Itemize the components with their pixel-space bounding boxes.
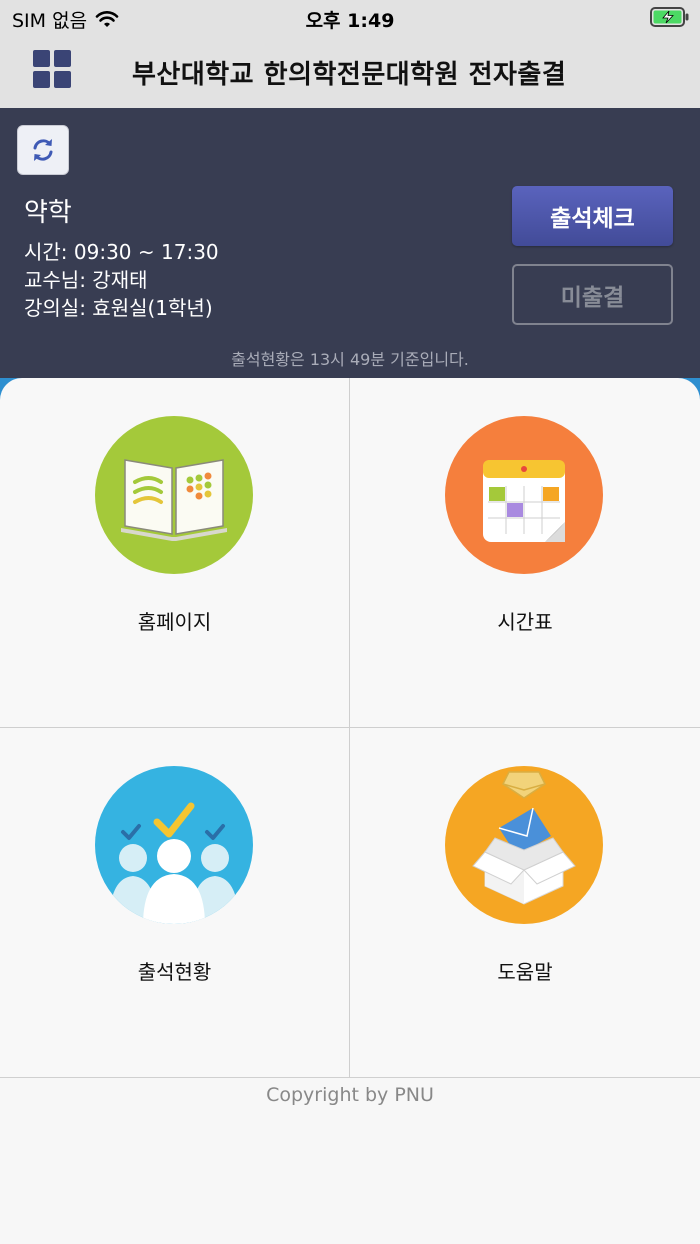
attendance-status-note: 출석현황은 13시 49분 기준입니다. xyxy=(231,350,469,369)
menu-item-help[interactable]: 도움말 xyxy=(350,728,700,1078)
grid-menu-button[interactable] xyxy=(33,50,73,90)
course-time: 시간: 09:30 ~ 17:30 xyxy=(24,240,219,264)
box-mail-icon xyxy=(445,766,603,924)
course-room: 강의실: 효원실(1학년) xyxy=(24,296,213,320)
course-panel: 약학 시간: 09:30 ~ 17:30 교수님: 강재태 강의실: 효원실(1… xyxy=(0,108,700,380)
refresh-button[interactable] xyxy=(17,125,69,175)
menu-label-attendance-status: 출석현황 xyxy=(137,960,212,984)
status-bar: SIM 없음 오후 1:49 xyxy=(0,0,700,36)
grid-menu-icon xyxy=(33,50,50,67)
attendance-check-button[interactable]: 출석체크 xyxy=(512,186,673,246)
copyright-text: Copyright by PNU xyxy=(266,1084,434,1106)
menu-grid: 홈페이지 시간표 출석현황 도움말 xyxy=(0,378,700,1078)
page-title: 부산대학교 한의학전문대학원 전자출결 xyxy=(132,60,567,90)
app-header: 부산대학교 한의학전문대학원 전자출결 xyxy=(0,36,700,108)
people-check-icon xyxy=(95,766,253,924)
calendar-icon xyxy=(445,416,603,574)
status-time: 오후 1:49 xyxy=(305,10,395,32)
menu-label-help: 도움말 xyxy=(497,960,553,984)
menu-label-timetable: 시간표 xyxy=(497,610,553,634)
refresh-icon xyxy=(33,139,53,161)
menu-item-timetable[interactable]: 시간표 xyxy=(350,378,700,728)
course-name: 약학 xyxy=(24,198,72,228)
battery-charging-icon xyxy=(650,7,690,32)
menu-item-attendance-status[interactable]: 출석현황 xyxy=(0,728,350,1078)
menu-item-homepage[interactable]: 홈페이지 xyxy=(0,378,350,728)
absent-button[interactable]: 미출결 xyxy=(512,264,673,325)
menu-label-homepage: 홈페이지 xyxy=(137,610,212,634)
book-icon xyxy=(95,416,253,574)
course-professor: 교수님: 강재태 xyxy=(24,268,148,292)
